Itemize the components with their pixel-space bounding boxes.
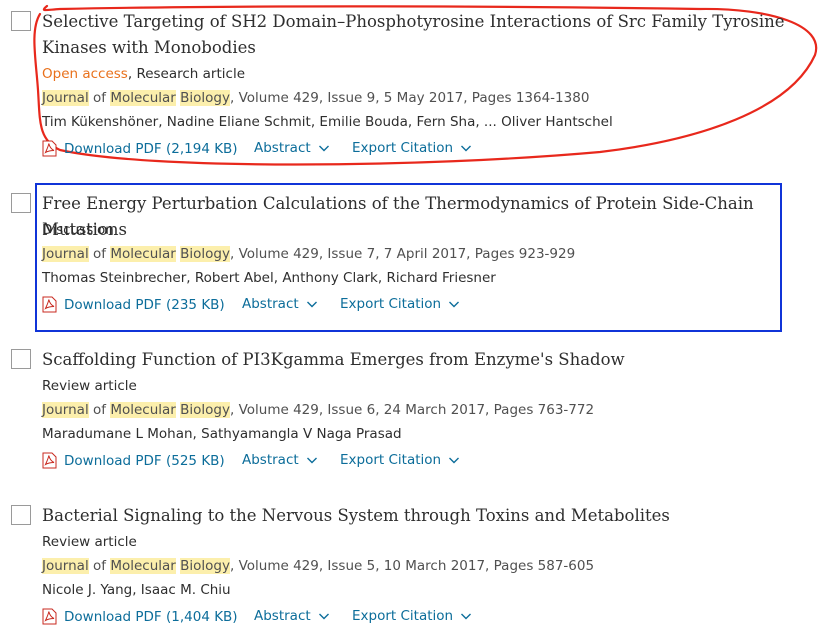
abstract-toggle[interactable]: Abstract bbox=[254, 608, 330, 624]
article-type: Discussion bbox=[42, 222, 114, 238]
pdf-icon bbox=[42, 140, 57, 157]
abstract-toggle[interactable]: Abstract bbox=[242, 452, 318, 468]
article-title[interactable]: Selective Targeting of SH2 Domain–Phosph… bbox=[42, 9, 822, 61]
select-checkbox[interactable] bbox=[11, 505, 31, 525]
export-citation-toggle[interactable]: Export Citation bbox=[352, 608, 472, 624]
select-checkbox[interactable] bbox=[11, 349, 31, 369]
download-pdf-button[interactable]: Download PDF (2,194 KB) bbox=[42, 140, 238, 157]
chevron-down-icon bbox=[306, 301, 317, 308]
pdf-icon bbox=[42, 608, 57, 625]
export-citation-toggle[interactable]: Export Citation bbox=[340, 452, 460, 468]
download-pdf-button[interactable]: Download PDF (235 KB) bbox=[42, 296, 225, 313]
download-pdf-button[interactable]: Download PDF (525 KB) bbox=[42, 452, 225, 469]
pdf-icon bbox=[42, 452, 57, 469]
chevron-down-icon bbox=[318, 613, 329, 620]
open-access-badge: Open access bbox=[42, 66, 128, 82]
download-pdf-button[interactable]: Download PDF (1,404 KB) bbox=[42, 608, 238, 625]
result-actions: Download PDF (2,194 KB) Abstract Export … bbox=[42, 140, 542, 162]
article-type: Review article bbox=[42, 378, 137, 394]
article-title[interactable]: Scaffolding Function of PI3Kgamma Emerge… bbox=[42, 347, 822, 373]
chevron-down-icon bbox=[461, 613, 472, 620]
article-type: Review article bbox=[42, 534, 137, 550]
search-result: Selective Targeting of SH2 Domain–Phosph… bbox=[0, 0, 829, 170]
abstract-toggle[interactable]: Abstract bbox=[254, 140, 330, 156]
pdf-icon bbox=[42, 296, 57, 313]
journal-citation: Journal of Molecular Biology, Volume 429… bbox=[42, 246, 576, 262]
export-citation-toggle[interactable]: Export Citation bbox=[340, 296, 460, 312]
result-actions: Download PDF (525 KB) Abstract Export Ci… bbox=[42, 452, 542, 474]
chevron-down-icon bbox=[449, 301, 460, 308]
select-checkbox[interactable] bbox=[11, 193, 31, 213]
journal-citation: Journal of Molecular Biology, Volume 429… bbox=[42, 402, 595, 418]
article-title[interactable]: Free Energy Perturbation Calculations of… bbox=[42, 191, 822, 243]
search-result: Free Energy Perturbation Calculations of… bbox=[0, 180, 829, 330]
authors: Thomas Steinbrecher, Robert Abel, Anthon… bbox=[42, 270, 496, 286]
authors: Maradumane L Mohan, Sathyamangla V Naga … bbox=[42, 426, 402, 442]
chevron-down-icon bbox=[306, 457, 317, 464]
result-actions: Download PDF (235 KB) Abstract Export Ci… bbox=[42, 296, 542, 318]
chevron-down-icon bbox=[318, 145, 329, 152]
search-result: Scaffolding Function of PI3Kgamma Emerge… bbox=[0, 336, 829, 486]
journal-citation: Journal of Molecular Biology, Volume 429… bbox=[42, 90, 590, 106]
select-checkbox[interactable] bbox=[11, 11, 31, 31]
abstract-toggle[interactable]: Abstract bbox=[242, 296, 318, 312]
result-actions: Download PDF (1,404 KB) Abstract Export … bbox=[42, 608, 542, 630]
journal-citation: Journal of Molecular Biology, Volume 429… bbox=[42, 558, 595, 574]
authors: Nicole J. Yang, Isaac M. Chiu bbox=[42, 582, 231, 598]
chevron-down-icon bbox=[461, 145, 472, 152]
export-citation-toggle[interactable]: Export Citation bbox=[352, 140, 472, 156]
article-title[interactable]: Bacterial Signaling to the Nervous Syste… bbox=[42, 503, 822, 529]
authors: Tim Kükenshöner, Nadine Eliane Schmit, E… bbox=[42, 114, 613, 130]
search-result: Bacterial Signaling to the Nervous Syste… bbox=[0, 492, 829, 642]
article-type: Open access, Research article bbox=[42, 66, 245, 82]
chevron-down-icon bbox=[449, 457, 460, 464]
